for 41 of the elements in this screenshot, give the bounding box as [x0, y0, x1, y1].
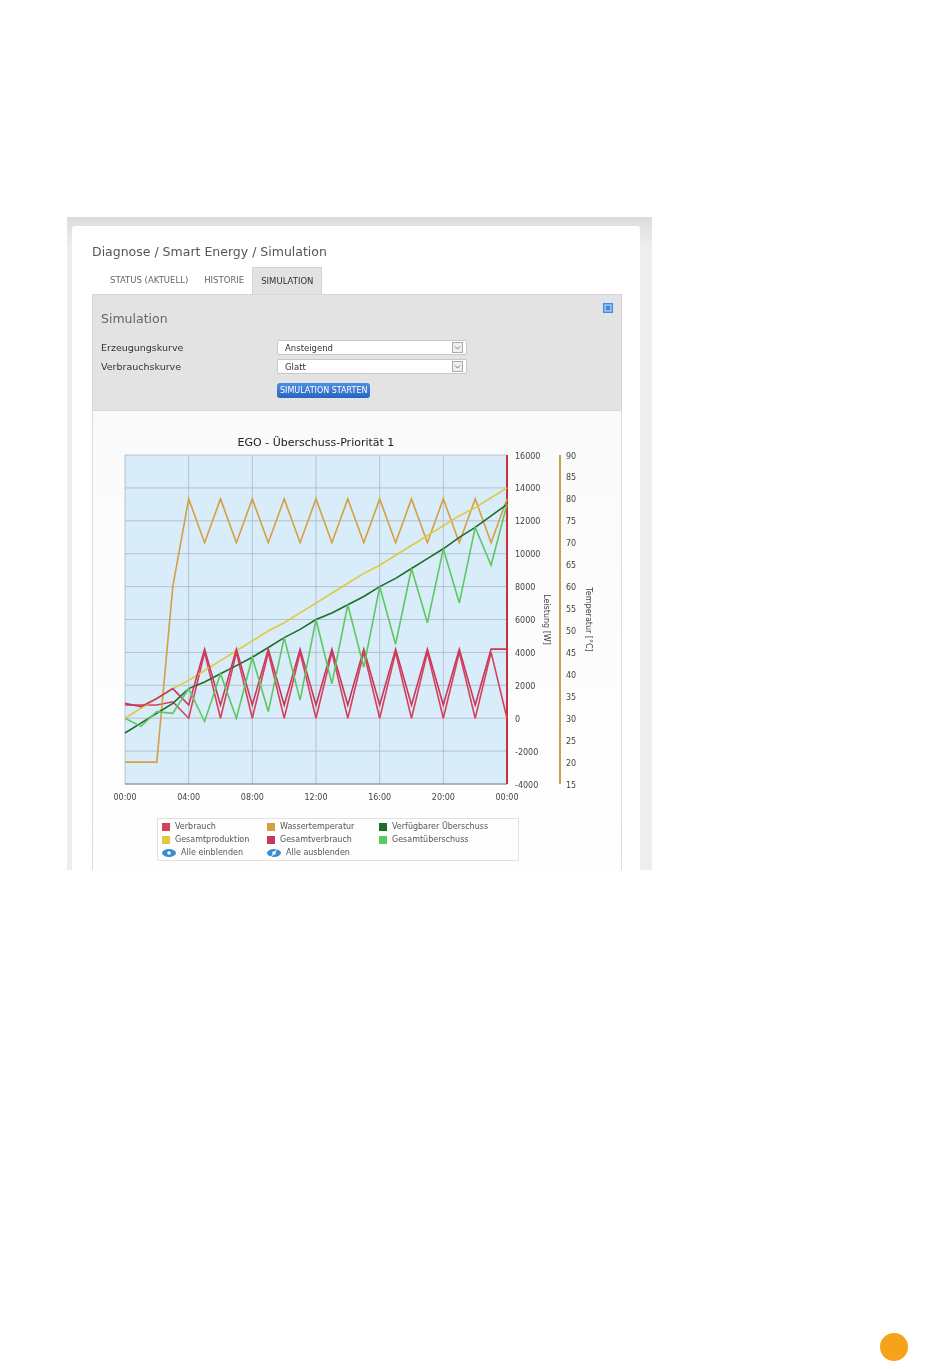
- field-label: Verbrauchskurve: [101, 361, 183, 372]
- axis-tick-label: 50: [566, 626, 577, 636]
- axis-tick-label: 90: [566, 451, 577, 461]
- axis-tick-label: 55: [566, 605, 577, 615]
- axis-tick-label: 4000: [515, 648, 536, 658]
- axis-tick-label: 30: [566, 714, 577, 724]
- field-label: Erzeugungskurve: [101, 342, 185, 353]
- axis-tick-label: 14000: [515, 484, 541, 494]
- axis-tick-label: 45: [566, 648, 577, 658]
- axis-tick-label: 0: [515, 714, 521, 724]
- axis-tick-label: 20:00: [431, 793, 455, 802]
- axis-title: Leistung [W]: [542, 594, 551, 645]
- axis-tick-label: 08:00: [240, 793, 264, 802]
- axis-tick-label: 12000: [515, 517, 541, 527]
- axis-tick-label: 2000: [515, 681, 536, 691]
- axis-tick-label: 8000: [515, 583, 536, 593]
- axis-tick-label: 12:00: [304, 793, 328, 802]
- axis-tick-label: 16000: [515, 451, 541, 461]
- axis-tick-label: 00:00: [495, 793, 519, 802]
- axis-tick-label: 75: [566, 517, 577, 527]
- axis-tick-label: 10000: [515, 550, 541, 560]
- axis-tick-label: 6000: [515, 616, 536, 625]
- axis-tick-label: 85: [566, 473, 577, 483]
- axis-tick-label: 70: [566, 539, 577, 549]
- breadcrumb: Diagnose / Smart Energy / Simulation: [92, 244, 328, 259]
- axis-tick-label: 00:00: [113, 793, 137, 802]
- axis-tick-label: 04:00: [177, 793, 201, 802]
- section-heading: Simulation: [101, 311, 168, 326]
- axis-tick-label: 80: [566, 495, 577, 505]
- axis-tick-label: 25: [566, 736, 577, 746]
- axis-tick-label: -4000: [515, 780, 539, 790]
- axis-tick-label: 15: [566, 780, 577, 790]
- axis-tick-label: -2000: [515, 747, 539, 757]
- axis-tick-label: 35: [566, 692, 577, 702]
- axis-tick-label: 65: [566, 561, 577, 571]
- axis-tick-label: 40: [566, 670, 577, 680]
- axis-tick-label: 16:00: [368, 793, 392, 802]
- chart-title: EGO - Überschuss-Priorität 1: [237, 436, 395, 449]
- axis-title: Temperatur [°C]: [584, 587, 593, 652]
- axis-tick-label: 20: [566, 758, 577, 768]
- axis-tick-label: 60: [566, 583, 577, 593]
